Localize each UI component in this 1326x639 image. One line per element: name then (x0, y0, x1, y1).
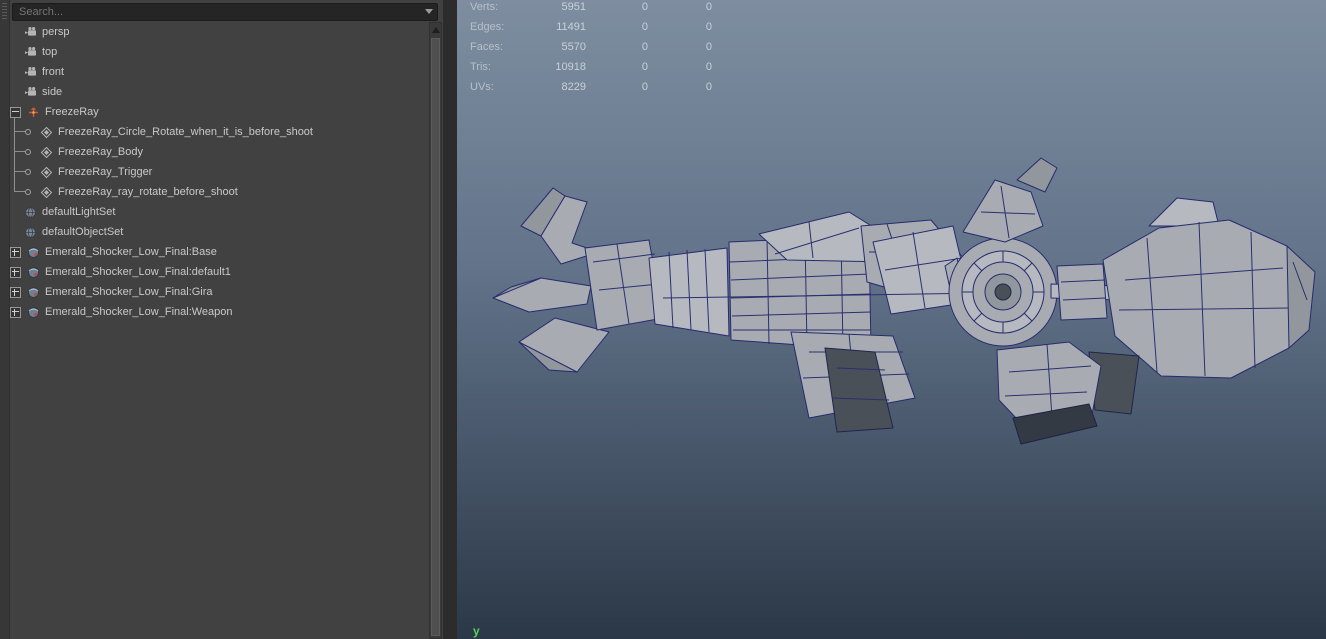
outliner-item-emerald-default1[interactable]: Emerald_Shocker_Low_Final:default1 (10, 262, 425, 282)
scroll-up-icon[interactable] (432, 27, 440, 33)
outliner-item-label: FreezeRay_Trigger (58, 166, 153, 178)
outliner-item-label: FreezeRay_ray_rotate_before_shoot (58, 186, 238, 198)
viewport[interactable]: Verts: 5951 0 0 Edges: 11491 0 0 Faces: … (457, 0, 1326, 639)
outliner-item-label: front (42, 66, 65, 78)
outliner-item-freezeray-trigger[interactable]: FreezeRay_Trigger (10, 162, 425, 182)
outliner-item-label: Emerald_Shocker_Low_Final:Weapon (45, 306, 233, 318)
hud-stat-value: 11491 (556, 21, 586, 33)
outliner-item-emerald-base[interactable]: Emerald_Shocker_Low_Final:Base (10, 242, 425, 262)
transform-node-icon (27, 106, 40, 119)
tree-node-dot (25, 189, 31, 195)
outliner-item-freezeray-ray-rotate[interactable]: FreezeRay_ray_rotate_before_shoot (10, 182, 425, 202)
outliner-item-label: side (42, 86, 63, 98)
outliner-item-side[interactable]: side (10, 82, 425, 102)
collapse-toggle-icon[interactable] (10, 106, 21, 118)
hud-stat-value: 10918 (555, 61, 586, 73)
outliner-item-top[interactable]: top (10, 42, 425, 62)
hud-stat-col2: 0 (641, 81, 648, 93)
outliner-item-defaultlightset[interactable]: defaultLightSet (10, 202, 425, 222)
hud-stat-col2: 0 (641, 61, 648, 73)
outliner-item-label: FreezeRay (45, 106, 99, 118)
hud-stat-value: 5570 (561, 41, 586, 53)
expand-toggle-icon[interactable] (10, 266, 21, 278)
tree-node-dot (25, 129, 31, 135)
expand-toggle-icon[interactable] (10, 306, 21, 318)
outliner-item-label: FreezeRay_Circle_Rotate_when_it_is_befor… (58, 126, 313, 138)
outliner-item-label: persp (42, 26, 70, 38)
outliner-item-label: Emerald_Shocker_Low_Final:default1 (45, 266, 231, 278)
namespace-node-icon (27, 246, 40, 259)
outliner-item-front[interactable]: front (10, 62, 425, 82)
expand-toggle-icon[interactable] (10, 286, 21, 298)
hud-stat-col3: 0 (705, 1, 712, 13)
axis-y-label: y (473, 624, 480, 638)
panel-grip-icon[interactable] (2, 3, 7, 19)
hud-stat-value: 5951 (561, 1, 586, 13)
outliner-panel: persp top front side FreezeRay (0, 0, 443, 639)
outliner-item-label: Emerald_Shocker_Low_Final:Base (45, 246, 217, 258)
outliner-item-label: defaultLightSet (42, 206, 116, 218)
hud-stat-col3: 0 (705, 81, 712, 93)
outliner-scrollbar[interactable] (429, 22, 442, 639)
namespace-node-icon (27, 266, 40, 279)
outliner-item-emerald-gira[interactable]: Emerald_Shocker_Low_Final:Gira (10, 282, 425, 302)
hud-stat-col3: 0 (705, 21, 712, 33)
mesh-transform-icon (40, 186, 53, 199)
freezeray-wireframe-model (492, 157, 1316, 445)
outliner-search-row (12, 2, 438, 21)
hud-stat-label: Verts: (470, 1, 499, 13)
hud-stat-value: 8229 (561, 81, 586, 93)
outliner-item-label: defaultObjectSet (42, 226, 124, 238)
outliner-item-label: FreezeRay_Body (58, 146, 143, 158)
hud-stat-col2: 0 (641, 1, 648, 13)
hud-stat-label: Faces: (470, 41, 504, 53)
poly-count-hud: Verts: 5951 0 0 Edges: 11491 0 0 Faces: … (470, 1, 712, 94)
expand-toggle-icon[interactable] (10, 246, 21, 258)
outliner-item-persp[interactable]: persp (10, 22, 425, 42)
hud-stat-col2: 0 (641, 41, 648, 53)
hud-stat-col2: 0 (641, 21, 648, 33)
search-input[interactable] (12, 3, 438, 21)
outliner-item-emerald-weapon[interactable]: Emerald_Shocker_Low_Final:Weapon (10, 302, 425, 322)
object-set-icon (24, 226, 37, 239)
mesh-transform-icon (40, 166, 53, 179)
camera-icon (24, 86, 37, 99)
namespace-node-icon (27, 306, 40, 319)
tree-node-dot (25, 149, 31, 155)
outliner-item-freezeray[interactable]: FreezeRay (10, 102, 425, 122)
namespace-node-icon (27, 286, 40, 299)
hud-stat-label: Edges: (470, 21, 505, 33)
outliner-item-defaultobjectset[interactable]: defaultObjectSet (10, 222, 425, 242)
camera-icon (24, 26, 37, 39)
outliner-item-label: Emerald_Shocker_Low_Final:Gira (45, 286, 213, 298)
tree-node-dot (25, 169, 31, 175)
hud-stat-label: Tris: (470, 61, 491, 73)
camera-icon (24, 46, 37, 59)
panel-edge-strip (0, 0, 10, 639)
camera-icon (24, 66, 37, 79)
scrollbar-thumb[interactable] (431, 38, 440, 636)
outliner-item-freezeray-body[interactable]: FreezeRay_Body (10, 142, 425, 162)
hud-stat-label: UVs: (470, 81, 494, 93)
maya-window: persp top front side FreezeRay (0, 0, 1326, 639)
search-dropdown-icon[interactable] (425, 9, 433, 14)
outliner-tree: persp top front side FreezeRay FreezeRay… (10, 22, 425, 322)
mesh-transform-icon (40, 146, 53, 159)
outliner-item-freezeray-circle-rotate[interactable]: FreezeRay_Circle_Rotate_when_it_is_befor… (10, 122, 425, 142)
panel-divider[interactable] (443, 0, 457, 639)
outliner-item-label: top (42, 46, 58, 58)
object-set-icon (24, 206, 37, 219)
hud-stat-col3: 0 (705, 61, 712, 73)
mesh-transform-icon (40, 126, 53, 139)
hud-stat-col3: 0 (705, 41, 712, 53)
